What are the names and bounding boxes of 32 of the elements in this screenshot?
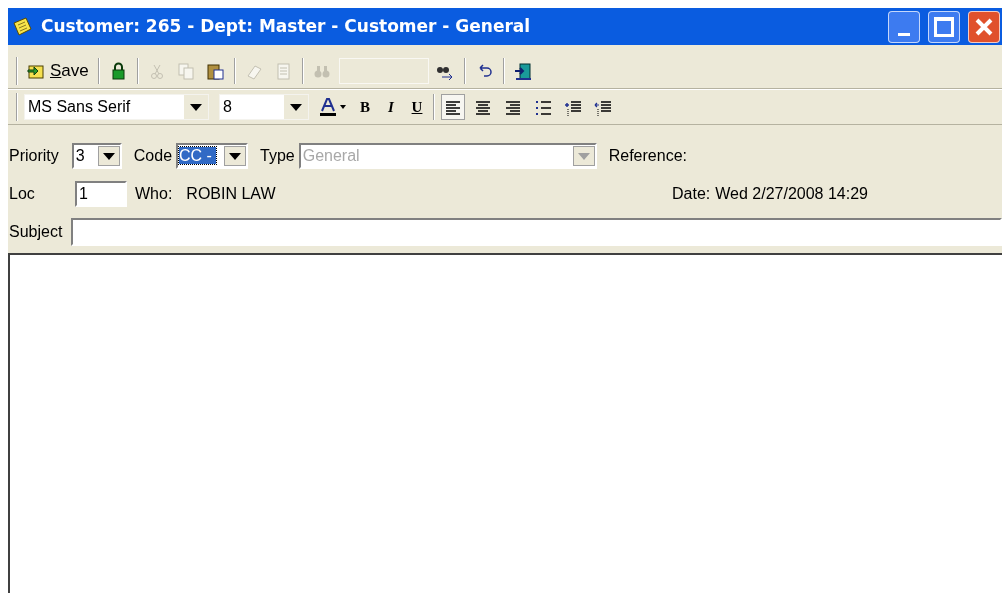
- window-title: Customer: 265 - Dept: Master - Customer - General: [41, 14, 532, 38]
- field-label: Type: [260, 146, 295, 166]
- font-name-dropdown[interactable]: MS Sans Serif: [24, 94, 209, 120]
- priority-dropdown[interactable]: 3: [71, 143, 122, 169]
- align-left-button[interactable]: [441, 94, 465, 120]
- code-dropdown[interactable]: CC -: [176, 143, 249, 169]
- underline-button[interactable]: U: [407, 94, 427, 120]
- note-icon: [11, 16, 33, 37]
- user-name: ROBIN LAW: [186, 184, 276, 204]
- close-icon: [974, 16, 994, 37]
- save-button[interactable]: Save: [24, 57, 92, 85]
- field-label: Priority: [9, 146, 59, 166]
- font-color-icon: [318, 97, 338, 117]
- clipboard-icon: [205, 61, 225, 81]
- date-value: Wed 2/27/2008 14:29: [715, 184, 868, 204]
- italic-button[interactable]: I: [381, 94, 401, 120]
- exit-door-icon: [513, 61, 533, 81]
- field-label: Code: [133, 146, 173, 166]
- field-label: Reference:: [608, 146, 687, 166]
- copy-icon: [176, 61, 196, 81]
- caret-icon: [340, 105, 346, 109]
- minimize-button[interactable]: [888, 10, 920, 43]
- location-field[interactable]: 1: [75, 181, 127, 207]
- font-size-dropdown[interactable]: 8: [219, 94, 309, 120]
- maximize-button[interactable]: [928, 10, 960, 43]
- subject-field[interactable]: [71, 218, 1002, 246]
- field-label: Loc: [9, 184, 36, 204]
- field-label: Date:: [672, 184, 711, 204]
- bold-button[interactable]: B: [355, 94, 375, 120]
- close-button[interactable]: [968, 10, 1000, 43]
- field-label: Subject: [9, 222, 63, 242]
- field-label: Who:: [135, 184, 173, 204]
